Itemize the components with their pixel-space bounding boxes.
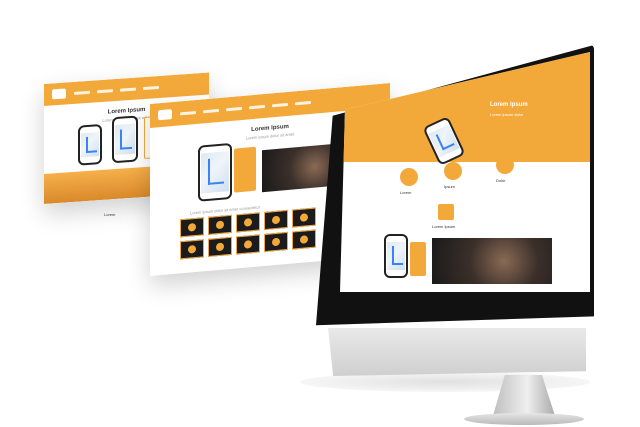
monitor-base [464,413,584,425]
monitor-photo [432,238,552,284]
chart-icon [496,156,514,174]
monitor-feature-3: Dolor [496,178,506,183]
video-tile[interactable] [236,234,260,255]
left-page-footer-title: Lorem [104,212,116,217]
video-tile[interactable] [292,229,316,250]
monitor-phone-mockup [384,234,408,278]
video-tile[interactable] [208,236,232,257]
monitor-chin [328,328,586,376]
logo-icon [52,88,66,100]
video-tile[interactable] [264,209,288,231]
monitor-feature-1: Lorem [400,190,412,195]
left-phone-mockup-2 [112,115,138,164]
video-tile[interactable] [208,214,232,235]
middle-yellow-card [234,146,256,193]
monitor-section-title: Lorem Ipsum [432,224,456,229]
monitor-hero-title: Lorem Ipsum [490,102,528,108]
left-page-nav [74,85,159,95]
middle-page-nav [180,100,311,115]
logo-icon [158,109,172,121]
video-tile[interactable] [264,231,288,253]
monitor-hero-subtitle: Lorem ipsum dolor [490,112,524,117]
middle-phone-mockup [198,142,232,202]
person-icon [444,162,462,180]
video-tile[interactable] [292,207,316,228]
left-phone-mockup [78,123,102,166]
video-tile[interactable] [236,212,260,233]
monitor-feature-2: Ipsum [444,184,455,189]
video-tile[interactable] [180,239,204,260]
video-tile[interactable] [180,217,204,238]
monitor-yellow-card [410,242,426,276]
monitor-yellow-badge [438,204,454,220]
showcase-stage: Lorem Ipsum Lorem ipsum dolor sit amet L… [0,0,640,427]
truck-icon [400,168,418,186]
